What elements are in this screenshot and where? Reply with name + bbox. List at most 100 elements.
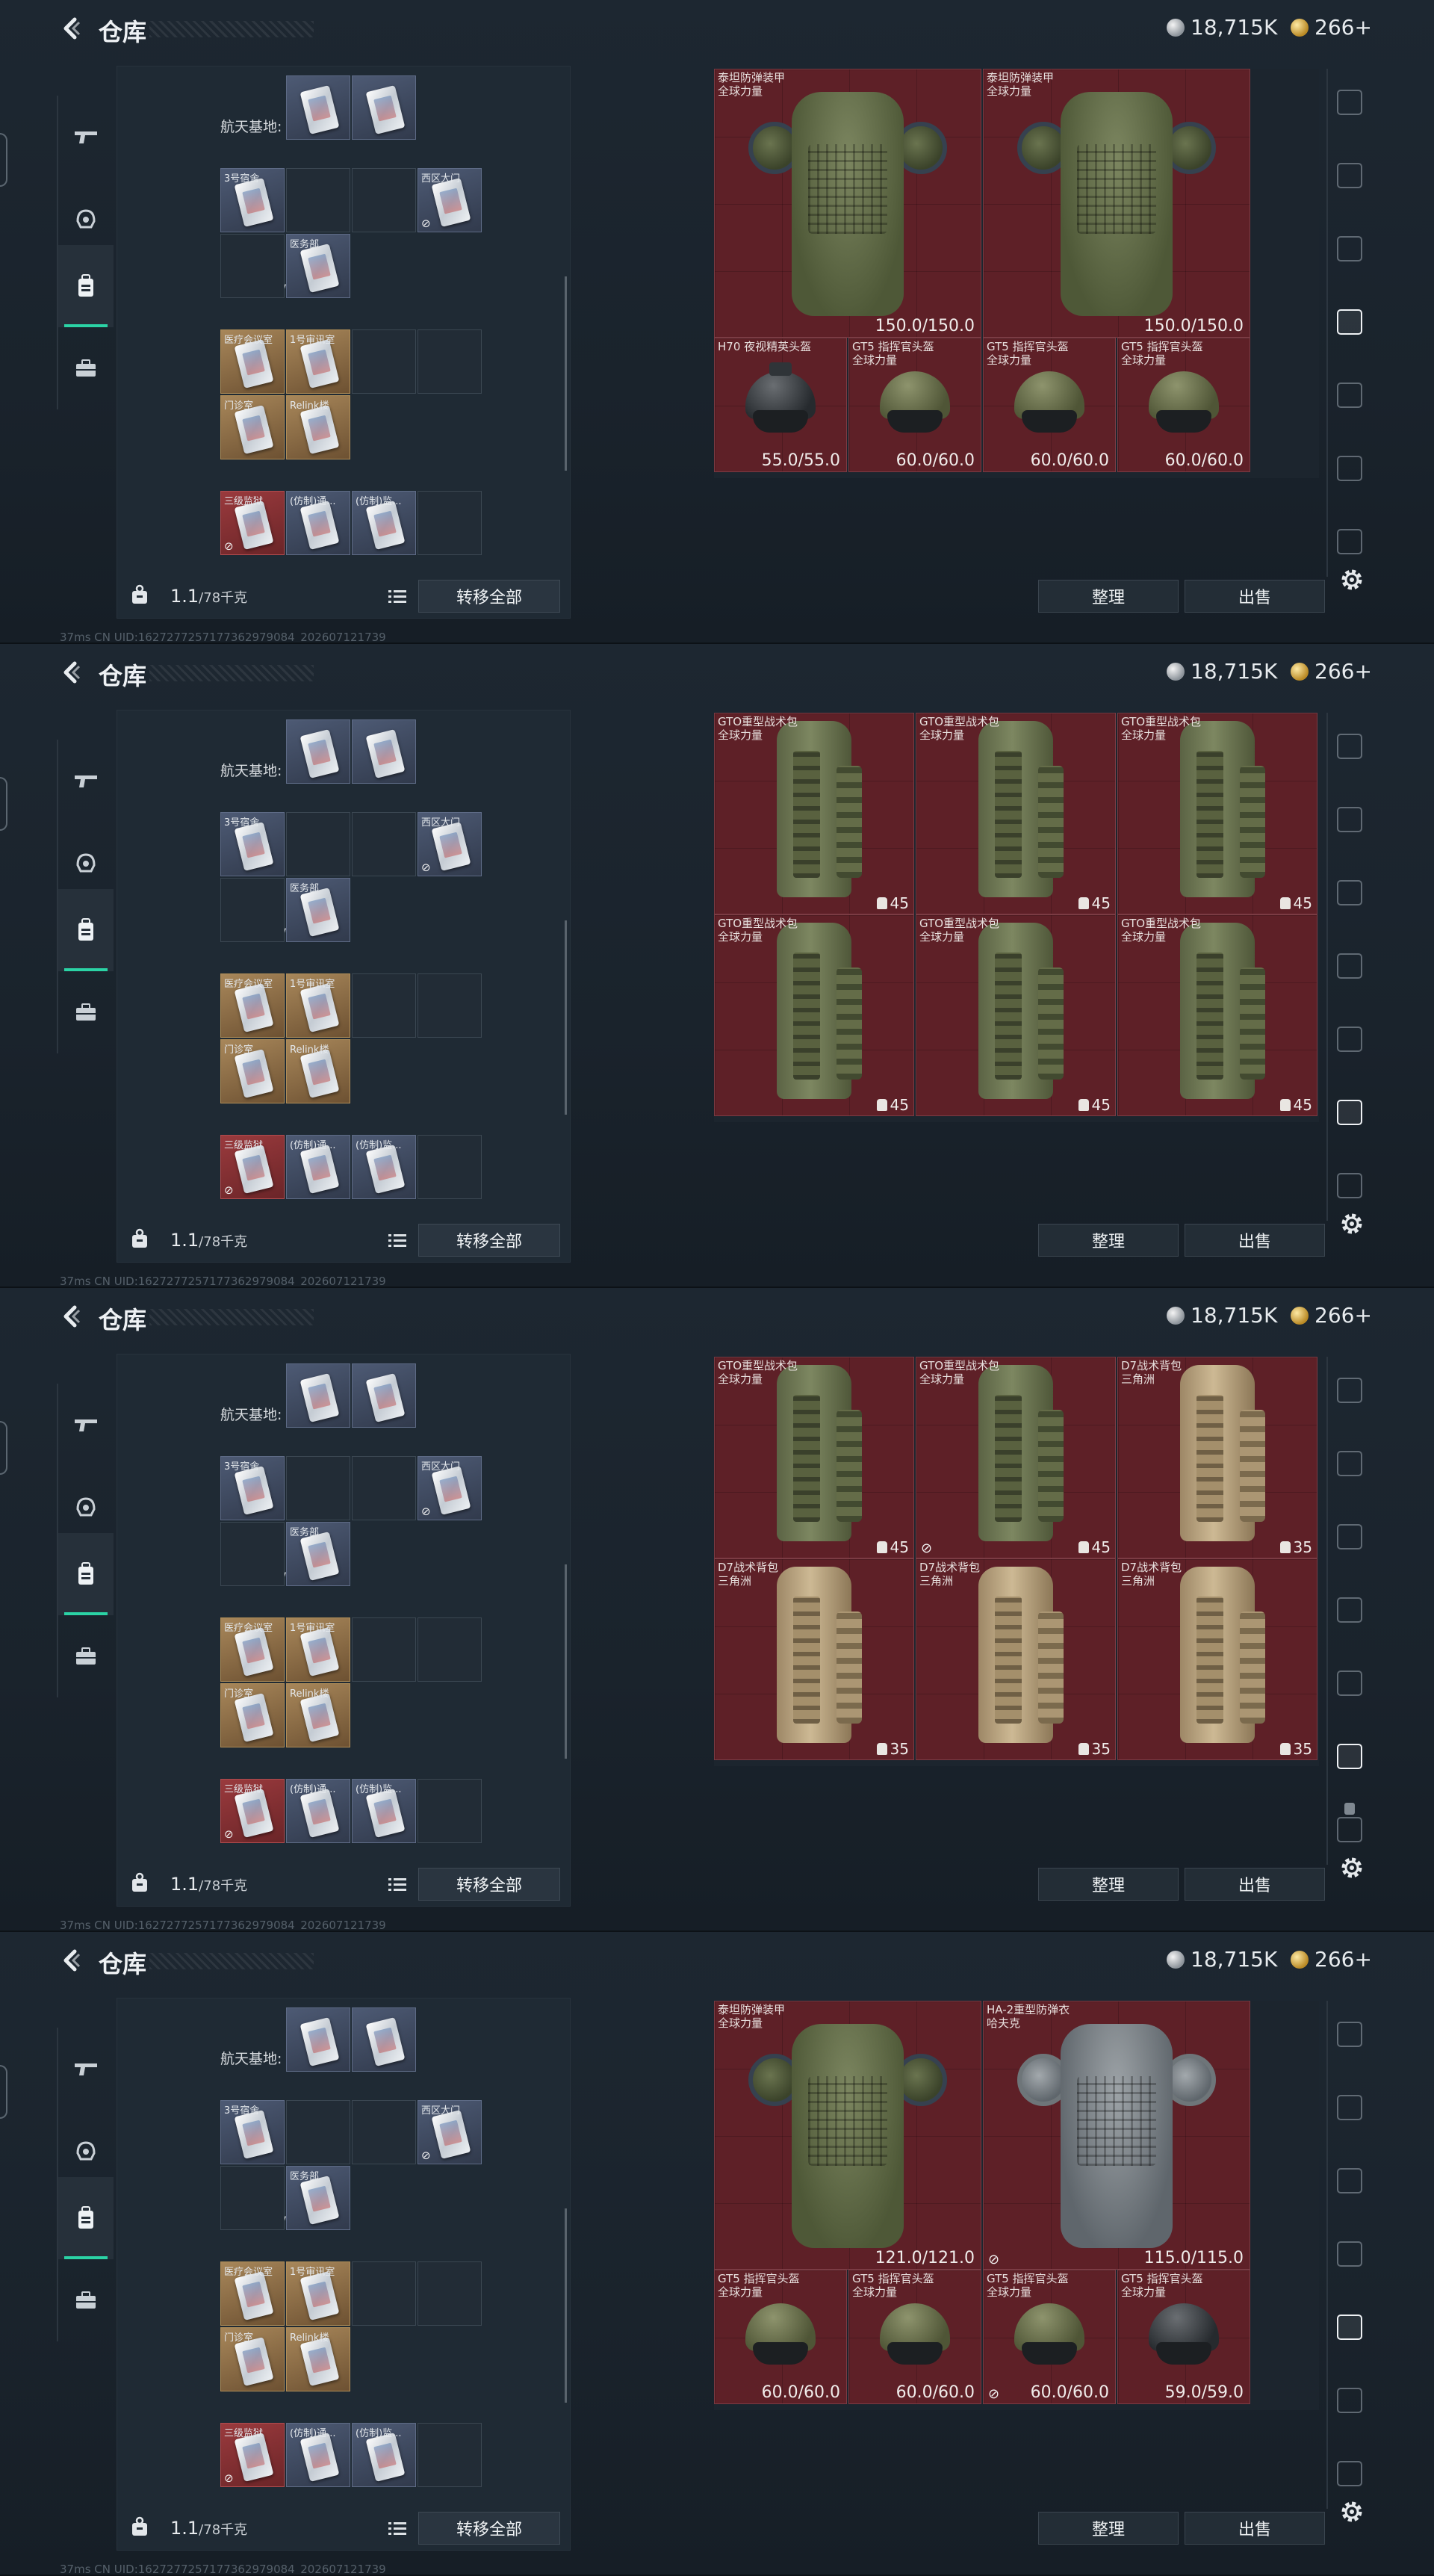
storage-slot[interactable]: 三级监狱 ⊘ (220, 1135, 285, 1199)
item-slot[interactable]: GTO重型战术包 全球力量 45 (714, 914, 914, 1116)
back-arrow-icon[interactable] (58, 1947, 85, 1974)
rail-weapons[interactable] (57, 740, 114, 822)
empty-slot[interactable] (352, 2100, 416, 2164)
storage-slot[interactable]: 三级监狱 ⊘ (220, 1779, 285, 1843)
storage-slot[interactable]: 1号审讯室 (286, 1617, 350, 1682)
empty-slot[interactable] (418, 1617, 482, 1682)
storage-slot[interactable]: Relink楼 (286, 2327, 350, 2391)
side-drawer-handle[interactable] (0, 1421, 7, 1475)
side-drawer-handle[interactable] (0, 777, 7, 831)
storage-slot[interactable]: 1号审讯室 (286, 973, 350, 1038)
currency-silver[interactable]: 18,715K (1167, 1947, 1277, 1972)
storage-slot[interactable]: 3号宿舍 (220, 1456, 285, 1520)
item-slot[interactable]: GT5 指挥官头盔 全球力量 60.0/60.0 (1117, 338, 1250, 472)
currency-gold[interactable]: 266+ (1291, 659, 1372, 684)
right-rail-armor-lv5-icon[interactable] (1328, 1430, 1371, 1497)
item-slot[interactable]: H70 夜视精英头盔 55.0/55.0 (714, 338, 847, 472)
sell-button[interactable]: 出售 (1185, 2512, 1325, 2545)
right-rail-armor-lv2-icon[interactable] (1328, 1650, 1371, 1717)
right-rail-armor-lv4-icon[interactable] (1328, 215, 1371, 282)
empty-slot[interactable] (220, 878, 285, 942)
storage-slot[interactable]: 1号审讯室 (286, 2261, 350, 2326)
organize-button[interactable]: 整理 (1038, 580, 1179, 613)
storage-slot[interactable]: Relink楼 (286, 395, 350, 459)
currency-gold[interactable]: 266+ (1291, 1303, 1372, 1328)
item-slot[interactable]: GTO重型战术包 全球力量 45 (916, 914, 1116, 1116)
storage-slot[interactable]: (仿制)监... (352, 1135, 416, 1199)
storage-slot[interactable]: 医疗会议室 (220, 329, 285, 394)
gear-icon[interactable] (1338, 566, 1365, 593)
storage-slot[interactable]: (仿制)监... (352, 2423, 416, 2487)
storage-slot[interactable]: 医务部 (286, 1522, 350, 1586)
empty-slot[interactable] (286, 812, 350, 876)
right-rail-helmet-tab-icon[interactable] (1328, 713, 1371, 780)
storage-slot[interactable]: 医疗会议室 (220, 1617, 285, 1682)
empty-slot[interactable] (352, 2007, 416, 2072)
item-slot[interactable]: GT5 指挥官头盔 全球力量 60.0/60.0 (983, 338, 1116, 472)
back-arrow-icon[interactable] (58, 1303, 85, 1330)
empty-slot[interactable] (286, 719, 350, 784)
rail-backpack[interactable] (57, 2177, 114, 2259)
right-rail-armor-lv3-icon[interactable] (1328, 2220, 1371, 2288)
storage-slot[interactable]: 三级监狱 ⊘ (220, 491, 285, 555)
storage-list[interactable]: 航天基地: 3/6巴克什: 4/6潮汐监狱: 3/63号宿舍西区大门⊘医务部医疗… (117, 710, 571, 1219)
sell-button[interactable]: 出售 (1185, 580, 1325, 613)
right-rail-armor-lv3-icon[interactable] (1328, 1576, 1371, 1644)
item-slot[interactable]: 泰坦防弹装甲 全球力量 150.0/150.0 (983, 69, 1250, 338)
item-slot[interactable]: 泰坦防弹装甲 全球力量 121.0/121.0 (714, 2001, 981, 2270)
empty-slot[interactable] (220, 234, 285, 298)
empty-slot[interactable] (352, 973, 416, 1038)
organize-button[interactable]: 整理 (1038, 1868, 1179, 1901)
item-slot[interactable]: HA-2重型防弹衣 哈夫克 115.0/115.0 ⊘ (983, 2001, 1250, 2270)
storage-scrollbar[interactable] (565, 1564, 567, 1759)
item-slot[interactable]: D7战术背包 三角洲 35 (1117, 1558, 1317, 1760)
empty-slot[interactable] (286, 2007, 350, 2072)
empty-slot[interactable] (418, 1135, 482, 1199)
list-view-button[interactable] (382, 2515, 412, 2542)
item-slot[interactable]: GTO重型战术包 全球力量 45 (714, 1357, 914, 1558)
empty-slot[interactable] (418, 491, 482, 555)
storage-slot[interactable]: 西区大门 ⊘ (418, 2100, 482, 2164)
storage-list[interactable]: 航天基地: 3/6巴克什: 4/6潮汐监狱: 3/63号宿舍西区大门⊘医务部医疗… (117, 1998, 571, 2507)
empty-slot[interactable] (220, 1522, 285, 1586)
empty-slot[interactable] (352, 329, 416, 394)
rail-weapons[interactable] (57, 96, 114, 178)
transfer-all-button[interactable]: 转移全部 (418, 580, 560, 613)
storage-slot[interactable]: 西区大门 ⊘ (418, 1456, 482, 1520)
storage-slot[interactable]: Relink楼 (286, 1039, 350, 1103)
item-slot[interactable]: GTO重型战术包 全球力量 45 (1117, 713, 1317, 914)
storage-slot[interactable]: (仿制)监... (352, 1779, 416, 1843)
item-slot[interactable]: GT5 指挥官头盔 全球力量 60.0/60.0 (848, 338, 981, 472)
right-rail-armor-lv4-icon[interactable] (1328, 859, 1371, 926)
item-slot[interactable]: GT5 指挥官头盔 全球力量 60.0/60.0 (714, 2270, 847, 2404)
transfer-all-button[interactable]: 转移全部 (418, 1868, 560, 1901)
storage-slot[interactable]: 医务部 (286, 878, 350, 942)
right-rail-lock[interactable] (1328, 1775, 1371, 1842)
item-slot[interactable]: GT5 指挥官头盔 全球力量 60.0/60.0 (848, 2270, 981, 2404)
empty-slot[interactable] (286, 168, 350, 232)
storage-slot[interactable]: 3号宿舍 (220, 812, 285, 876)
right-rail-helmet-tab-icon[interactable] (1328, 1357, 1371, 1424)
right-rail-armor-lv2-icon[interactable] (1328, 2294, 1371, 2361)
empty-slot[interactable] (418, 1779, 482, 1843)
empty-slot[interactable] (352, 1456, 416, 1520)
rail-case[interactable] (57, 2259, 114, 2341)
storage-slot[interactable]: (仿制)通... (286, 1135, 350, 1199)
right-rail-armor-lv3-icon[interactable] (1328, 932, 1371, 1000)
currency-silver[interactable]: 18,715K (1167, 1303, 1277, 1328)
empty-slot[interactable] (352, 75, 416, 140)
storage-slot[interactable]: (仿制)通... (286, 491, 350, 555)
right-rail-armor-lv4-icon[interactable] (1328, 1503, 1371, 1570)
side-drawer-handle[interactable] (0, 2065, 7, 2119)
storage-slot[interactable]: 门诊室 (220, 1683, 285, 1747)
gear-icon[interactable] (1338, 1854, 1365, 1881)
empty-slot[interactable] (418, 973, 482, 1038)
organize-button[interactable]: 整理 (1038, 1224, 1179, 1257)
rail-backpack[interactable] (57, 245, 114, 327)
storage-slot[interactable]: (仿制)通... (286, 1779, 350, 1843)
list-view-button[interactable] (382, 583, 412, 610)
storage-slot[interactable]: 西区大门 ⊘ (418, 812, 482, 876)
right-rail-armor-lv3-icon[interactable] (1328, 288, 1371, 356)
rail-case[interactable] (57, 971, 114, 1053)
storage-scrollbar[interactable] (565, 920, 567, 1115)
